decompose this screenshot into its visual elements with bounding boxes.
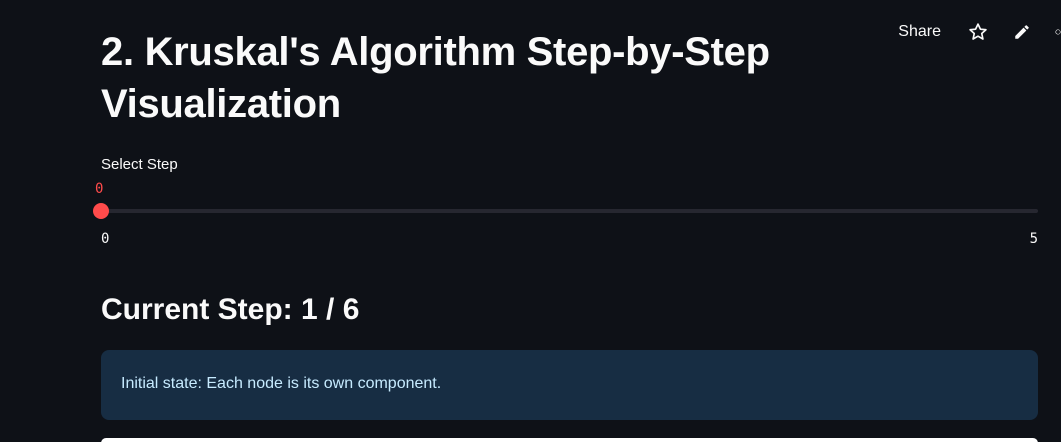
share-button[interactable]: Share	[898, 23, 941, 41]
next-element-edge	[101, 438, 1038, 442]
current-step-header: Current Step: 1 / 6	[101, 293, 360, 326]
slider-label: Select Step	[101, 156, 178, 173]
slider-thumb[interactable]	[93, 203, 109, 219]
toolbar: Share	[898, 18, 1061, 46]
info-text: Initial state: Each node is its own comp…	[121, 375, 442, 392]
star-icon[interactable]	[967, 21, 989, 43]
page-title: 2. Kruskal's Algorithm Step-by-Step Visu…	[101, 30, 770, 126]
slider-min-label: 0	[101, 231, 110, 247]
pencil-icon[interactable]	[1011, 21, 1033, 43]
slider-current-value: 0	[95, 181, 104, 197]
info-alert: Initial state: Each node is its own comp…	[101, 350, 1038, 420]
github-icon[interactable]	[1055, 21, 1061, 43]
slider-max-label: 5	[1029, 231, 1038, 247]
step-slider[interactable]	[93, 203, 1038, 219]
